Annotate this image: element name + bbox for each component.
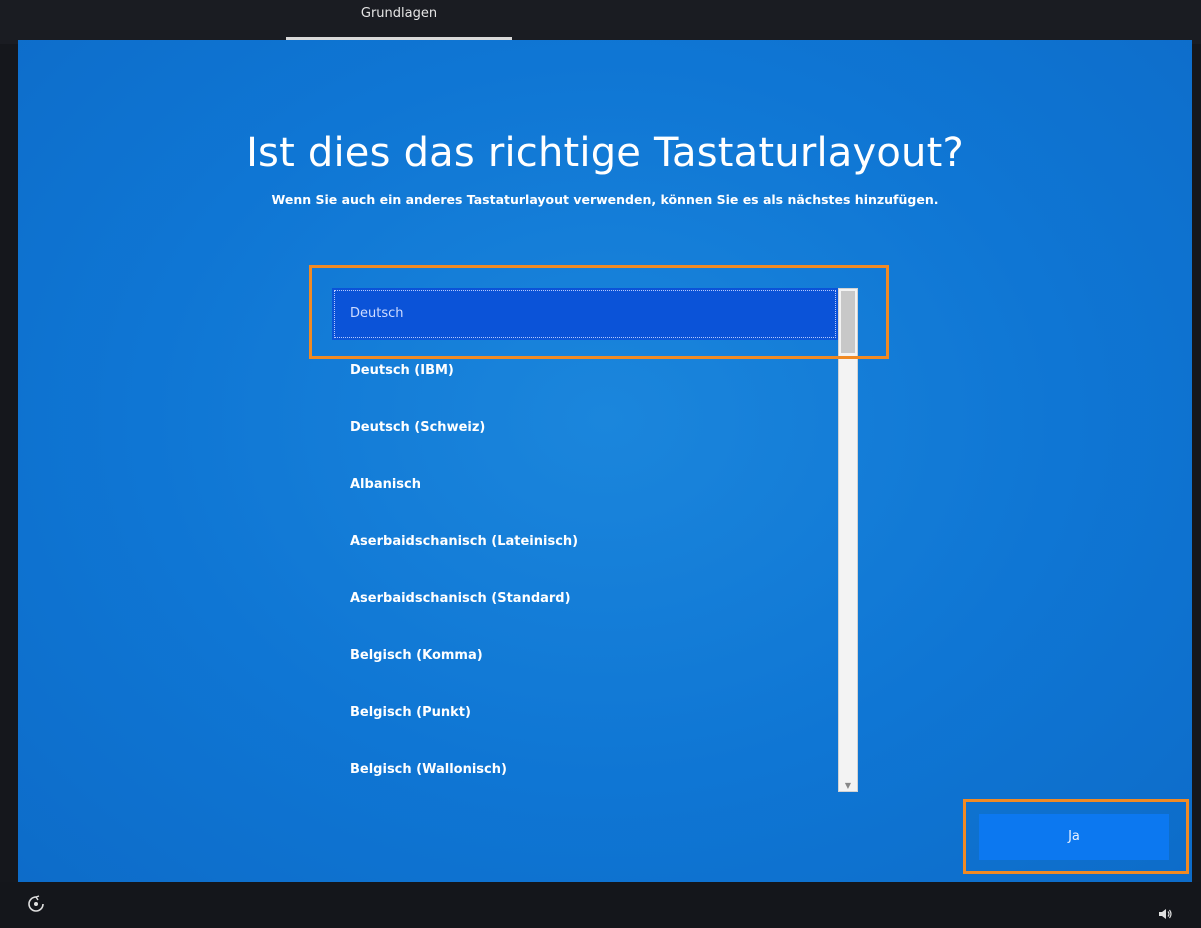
list-item-belgisch-punkt[interactable]: Belgisch (Punkt) <box>332 687 838 739</box>
ja-button[interactable]: Ja <box>979 814 1169 860</box>
setup-window: Grundlagen Ist dies das richtige Tastatu… <box>0 0 1201 928</box>
list-item-deutsch-schweiz[interactable]: Deutsch (Schweiz) <box>332 402 838 454</box>
volume-icon[interactable] <box>1157 906 1173 922</box>
ease-of-access-icon[interactable] <box>26 894 46 914</box>
list-item-belgisch-wallonisch[interactable]: Belgisch (Wallonisch) <box>332 744 838 796</box>
scroll-down-arrow-icon[interactable]: ▼ <box>841 781 855 791</box>
step-label-grundlagen: Grundlagen <box>360 6 438 21</box>
page-title: Ist dies das richtige Tastaturlayout? <box>246 130 964 176</box>
bottom-bar <box>0 882 1201 928</box>
step-bar: Grundlagen <box>0 0 1201 44</box>
keyboard-layout-list[interactable]: Deutsch Deutsch (IBM) Deutsch (Schweiz) … <box>332 288 860 794</box>
page-subtitle: Wenn Sie auch ein anderes Tastaturlayout… <box>271 192 939 207</box>
highlight-selected-layout <box>309 265 889 359</box>
list-item-albanisch[interactable]: Albanisch <box>332 459 838 511</box>
list-item-belgisch-komma[interactable]: Belgisch (Komma) <box>332 630 838 682</box>
list-scrollbar[interactable]: ▲ ▼ <box>838 288 858 792</box>
setup-screen: Ist dies das richtige Tastaturlayout? We… <box>18 40 1192 882</box>
list-item-aserbaidschanisch-lateinisch[interactable]: Aserbaidschanisch (Lateinisch) <box>332 516 838 568</box>
list-item-aserbaidschanisch-standard[interactable]: Aserbaidschanisch (Standard) <box>332 573 838 625</box>
